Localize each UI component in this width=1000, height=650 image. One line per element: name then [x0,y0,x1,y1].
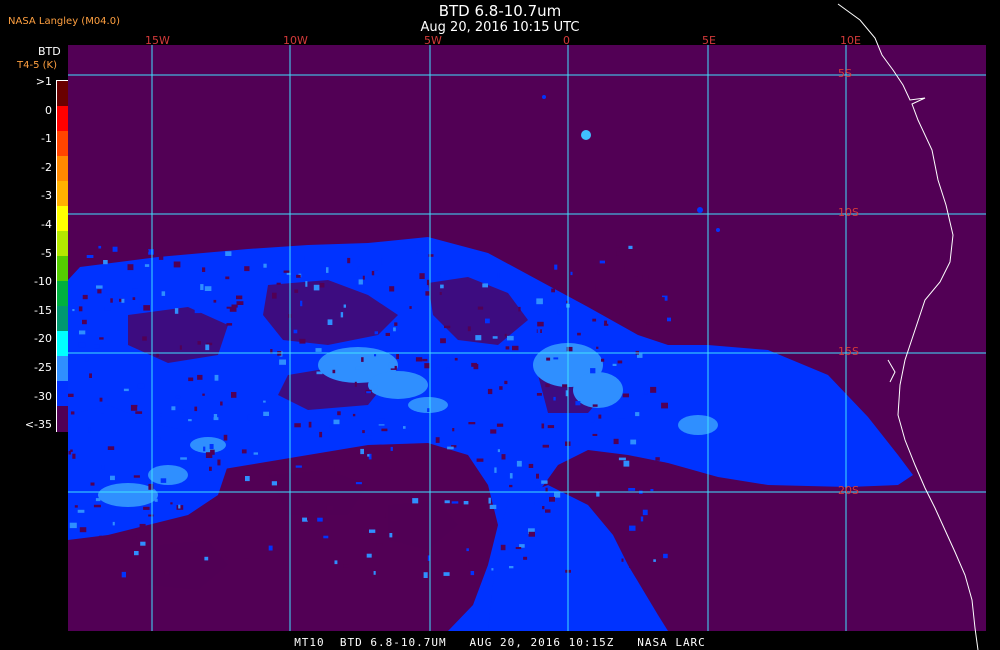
coastline-overlay [837,3,979,650]
footer-caption: MT10 BTD 6.8-10.7UM AUG 20, 2016 10:15Z … [294,636,706,649]
coastline-inlet [887,359,896,383]
africa-coastline [837,3,979,650]
